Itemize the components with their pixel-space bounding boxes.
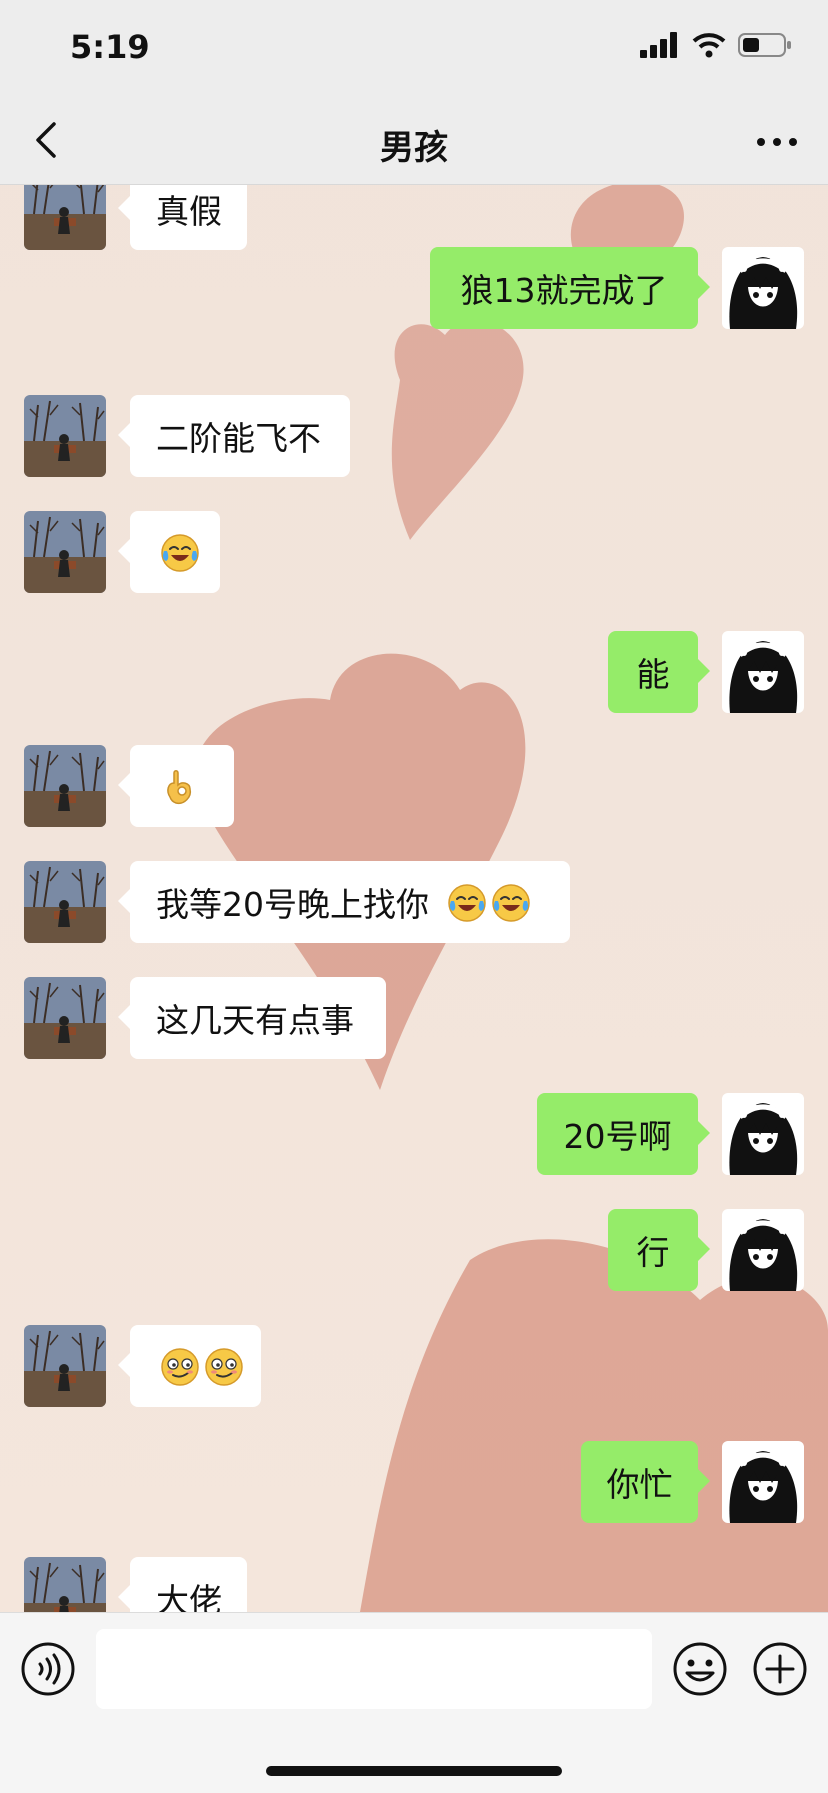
laugh-cry-emoji-icon — [492, 884, 530, 922]
message-row — [0, 511, 828, 593]
contact-avatar[interactable] — [24, 511, 106, 593]
status-bar: 5:19 — [0, 0, 828, 98]
contact-avatar[interactable] — [24, 861, 106, 943]
message-text: 狼13就完成了 — [460, 271, 668, 310]
contact-avatar[interactable] — [24, 977, 106, 1059]
message-text: 20号啊 — [563, 1117, 672, 1156]
laugh-cry-emoji-icon — [161, 534, 199, 572]
message-text: 你忙 — [606, 1465, 673, 1504]
contact-avatar-image[interactable] — [24, 861, 106, 943]
outgoing-message-bubble[interactable]: 能 — [608, 631, 710, 713]
message-list[interactable]: 真假 狼13就完成了 二阶能飞不 能 我等20号晚上找你 这几天有点事 20号啊… — [0, 185, 828, 1612]
message-text: 大佬 — [156, 1581, 222, 1612]
message-row: 二阶能飞不 — [0, 395, 828, 477]
plus-icon[interactable] — [752, 1641, 808, 1697]
ok-hand-emoji-icon — [167, 769, 192, 804]
outgoing-message-bubble[interactable]: 20号啊 — [537, 1093, 710, 1175]
contact-avatar-image[interactable] — [24, 745, 106, 827]
my-avatar[interactable] — [722, 631, 804, 713]
my-avatar-image[interactable] — [722, 631, 804, 713]
contact-avatar-image[interactable] — [24, 185, 106, 250]
more-options-icon[interactable] — [754, 122, 800, 162]
message-row: 你忙 — [0, 1441, 828, 1523]
signal-icon — [640, 32, 677, 58]
wifi-icon — [692, 33, 726, 58]
battery-icon — [738, 33, 791, 57]
contact-avatar-image[interactable] — [24, 977, 106, 1059]
outgoing-message-bubble[interactable]: 行 — [608, 1209, 710, 1291]
contact-avatar[interactable] — [24, 745, 106, 827]
laugh-cry-emoji-icon — [448, 884, 486, 922]
message-text: 二阶能飞不 — [156, 419, 321, 458]
voice-input-icon[interactable] — [20, 1641, 76, 1697]
incoming-message-bubble[interactable]: 这几天有点事 — [118, 977, 386, 1059]
home-indicator — [266, 1766, 562, 1776]
incoming-message-bubble[interactable] — [118, 1325, 261, 1407]
smirk-emoji-icon — [161, 1348, 199, 1386]
message-emoji-group — [443, 881, 531, 923]
status-time: 5:19 — [70, 28, 150, 66]
message-row: 大佬 — [0, 1557, 828, 1612]
message-text: 我等20号晚上找你 — [156, 885, 429, 924]
chat-title: 男孩 — [380, 128, 448, 168]
my-avatar[interactable] — [722, 247, 804, 329]
incoming-message-bubble[interactable]: 我等20号晚上找你 — [118, 861, 570, 943]
my-avatar-image[interactable] — [722, 1209, 804, 1291]
my-avatar-image[interactable] — [722, 1441, 804, 1523]
message-row: 这几天有点事 — [0, 977, 828, 1059]
message-row: 行 — [0, 1209, 828, 1291]
status-icons — [640, 32, 792, 58]
message-row: 我等20号晚上找你 — [0, 861, 828, 943]
message-text: 这几天有点事 — [156, 1001, 354, 1040]
message-row: 真假 — [0, 185, 828, 250]
my-avatar-image[interactable] — [722, 1093, 804, 1175]
contact-avatar[interactable] — [24, 185, 106, 250]
message-row: 狼13就完成了 — [0, 247, 828, 329]
outgoing-message-bubble[interactable]: 狼13就完成了 — [430, 247, 710, 329]
message-row: 能 — [0, 631, 828, 713]
message-row — [0, 1325, 828, 1407]
contact-avatar-image[interactable] — [24, 1325, 106, 1407]
contact-avatar[interactable] — [24, 1557, 106, 1612]
incoming-message-bubble[interactable] — [118, 511, 220, 593]
message-row — [0, 745, 828, 827]
my-avatar-image[interactable] — [722, 247, 804, 329]
contact-avatar[interactable] — [24, 395, 106, 477]
my-avatar[interactable] — [722, 1093, 804, 1175]
message-input[interactable] — [96, 1629, 652, 1709]
contact-avatar-image[interactable] — [24, 511, 106, 593]
incoming-message-bubble[interactable]: 二阶能飞不 — [118, 395, 350, 477]
chat-header: 男孩 — [0, 98, 828, 185]
message-emoji-group — [156, 765, 200, 807]
contact-avatar-image[interactable] — [24, 395, 106, 477]
incoming-message-bubble[interactable] — [118, 745, 234, 827]
incoming-message-bubble[interactable]: 真假 — [118, 185, 247, 250]
message-row: 20号啊 — [0, 1093, 828, 1175]
contact-avatar-image[interactable] — [24, 1557, 106, 1612]
message-emoji-group — [156, 1345, 244, 1387]
message-text: 真假 — [156, 192, 222, 231]
my-avatar[interactable] — [722, 1209, 804, 1291]
message-text: 行 — [636, 1233, 670, 1272]
incoming-message-bubble[interactable]: 大佬 — [118, 1557, 247, 1612]
message-emoji-group — [156, 531, 200, 573]
message-text: 能 — [636, 655, 670, 694]
emoji-icon[interactable] — [672, 1641, 728, 1697]
smirk-emoji-icon — [205, 1348, 243, 1386]
my-avatar[interactable] — [722, 1441, 804, 1523]
outgoing-message-bubble[interactable]: 你忙 — [581, 1441, 710, 1523]
contact-avatar[interactable] — [24, 1325, 106, 1407]
